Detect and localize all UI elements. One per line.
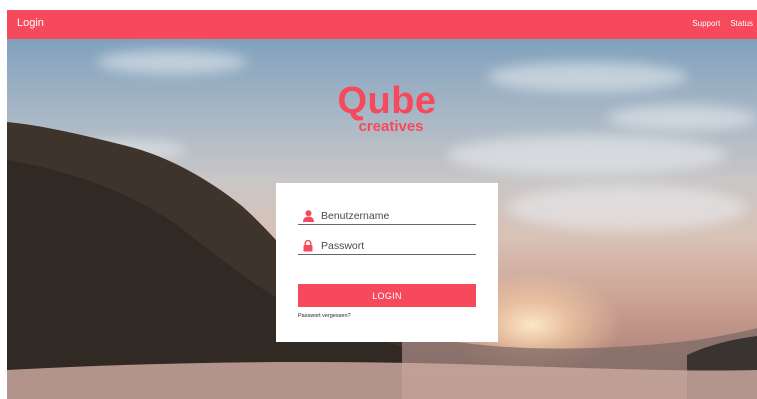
password-field (298, 237, 476, 255)
page-title: Login (17, 17, 44, 29)
password-input[interactable] (321, 238, 471, 253)
top-bar: Login Support Status (7, 10, 757, 39)
support-link[interactable]: Support (692, 19, 720, 28)
status-link[interactable]: Status (730, 19, 753, 28)
login-card: LOGIN Passwort vergessen? (276, 183, 498, 342)
login-button[interactable]: LOGIN (298, 284, 476, 307)
page-viewport: Login Support Status Qube creatives Benu… (7, 10, 757, 399)
forgot-password-link[interactable]: Passwort vergessen? (298, 313, 351, 319)
username-input[interactable] (321, 208, 471, 223)
username-field (298, 207, 476, 225)
user-icon (302, 209, 314, 222)
brand-logo: Qube creatives (327, 82, 447, 135)
lock-icon (302, 239, 314, 252)
logo-wordmark: Qube (337, 80, 437, 122)
header-links: Support Status (692, 19, 753, 28)
